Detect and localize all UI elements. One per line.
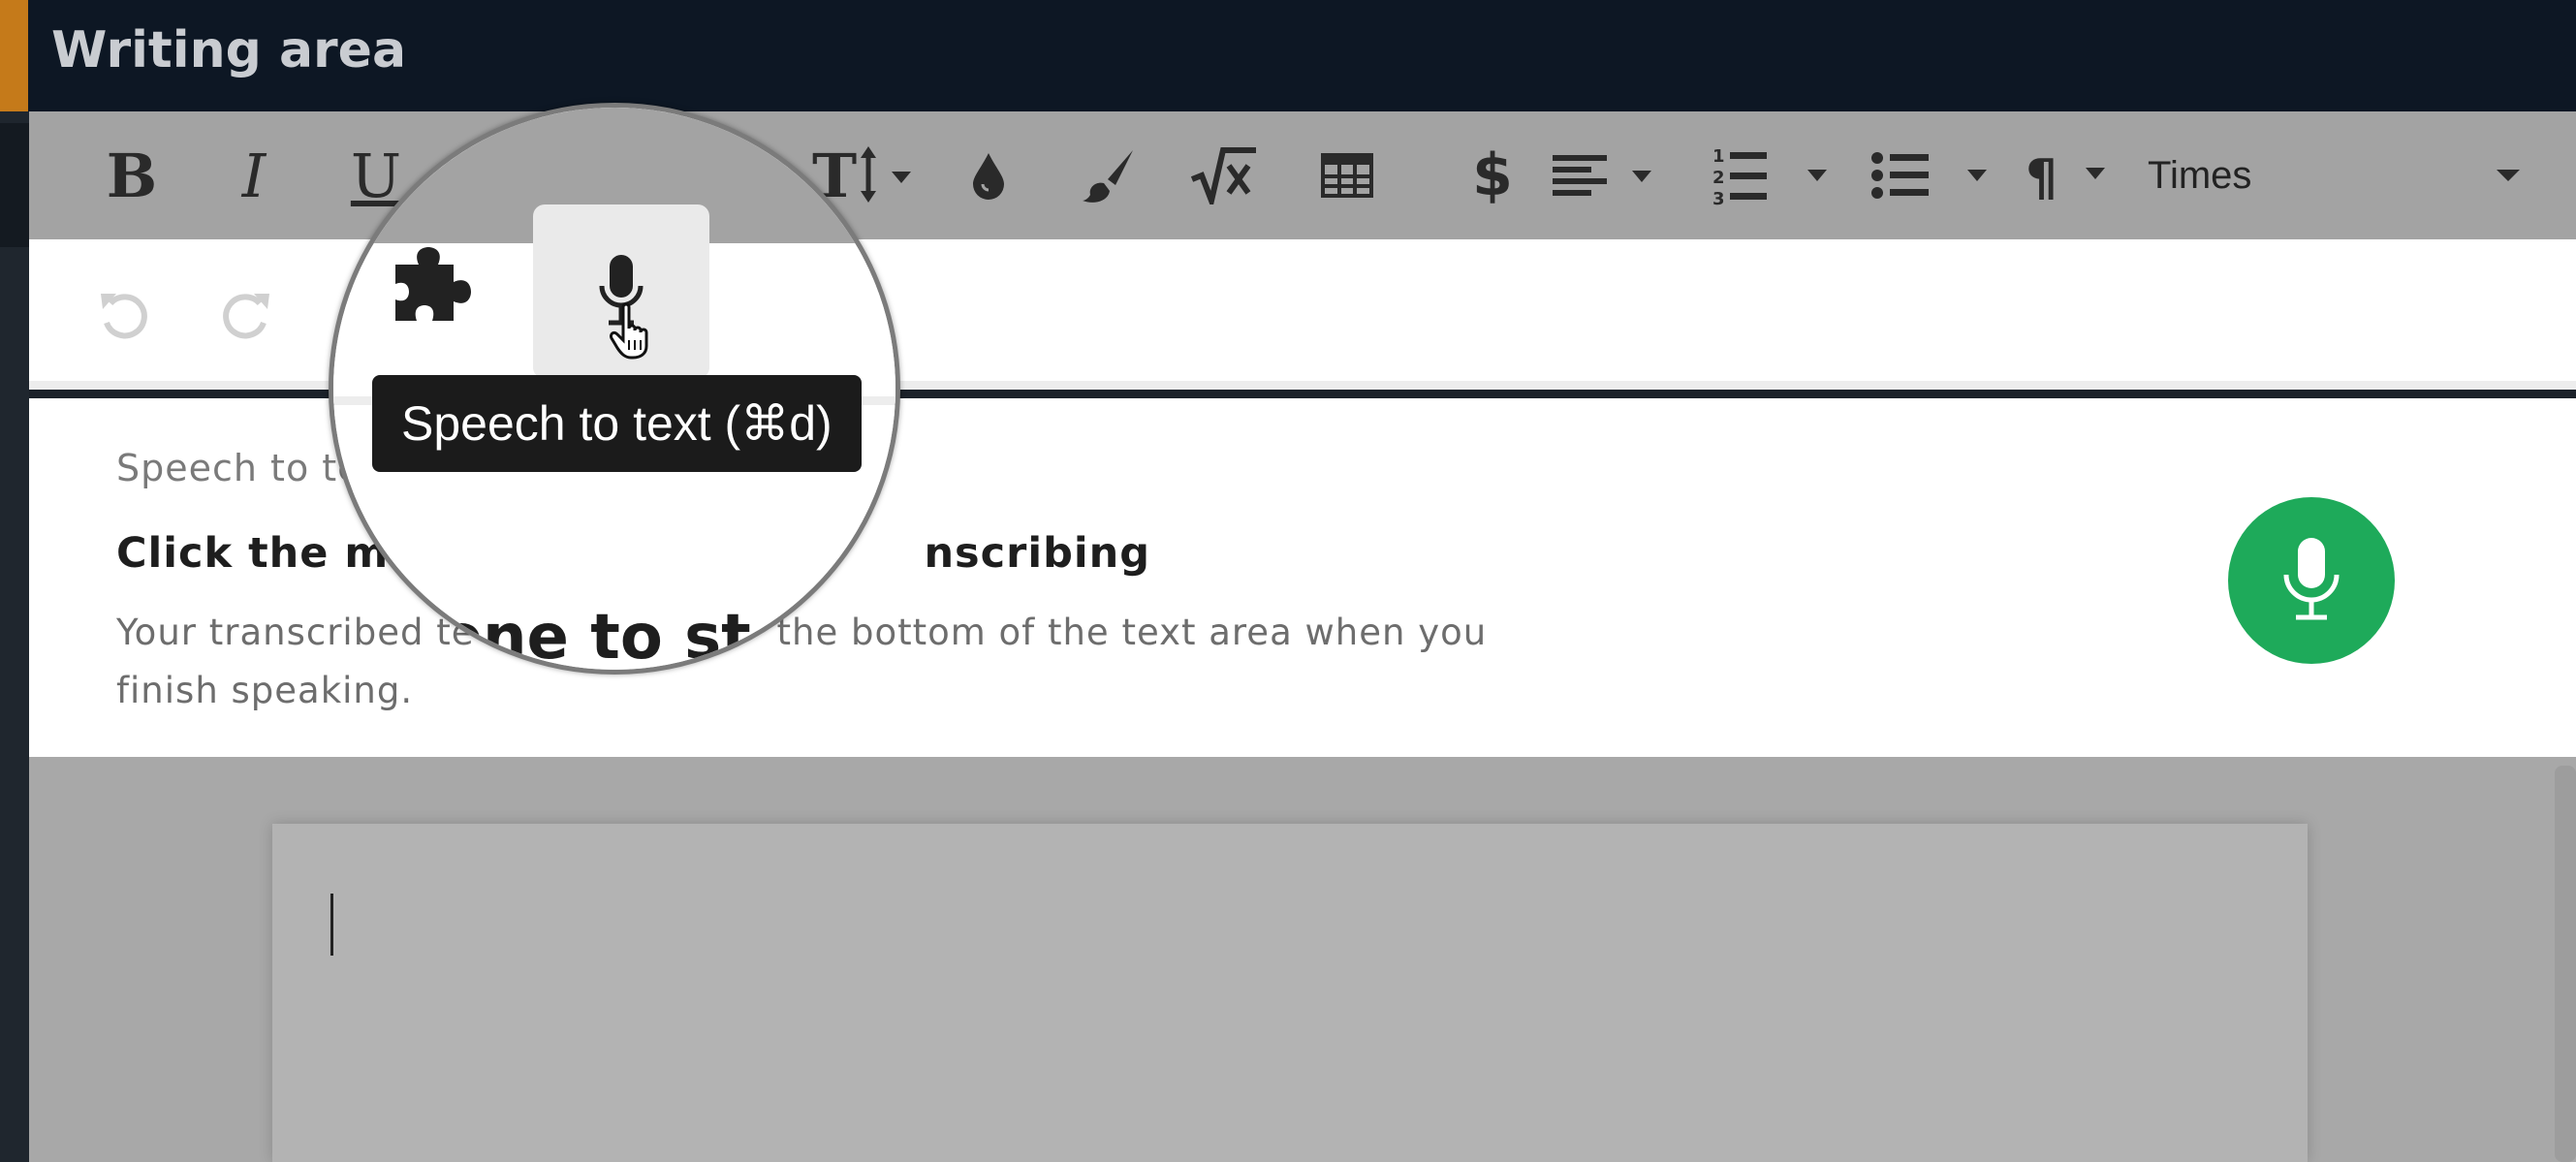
- numbered-list-icon: 1 2 3: [1712, 146, 1827, 206]
- align-left-icon: [1553, 155, 1651, 196]
- dollar-icon: $: [1472, 141, 1513, 209]
- paragraph-button[interactable]: ¶: [2026, 141, 2113, 210]
- vertical-scrollbar[interactable]: [2555, 766, 2576, 1162]
- svg-text:¶: ¶: [2026, 149, 2058, 203]
- alignment-button[interactable]: [1551, 141, 1665, 210]
- zoomed-heading-fragment: one to st: [440, 602, 751, 674]
- start-recording-button[interactable]: [2228, 497, 2395, 664]
- bold-icon: B: [106, 140, 158, 211]
- font-family-select[interactable]: Times: [2117, 141, 2524, 210]
- svg-text:3: 3: [1712, 189, 1725, 206]
- numbered-list-button[interactable]: 1 2 3: [1711, 141, 1833, 210]
- microphone-icon: [2283, 538, 2340, 620]
- chevron-down-icon: [2497, 170, 2520, 181]
- math-button[interactable]: [1187, 141, 1261, 210]
- paragraph-icon: ¶: [2026, 149, 2105, 203]
- title-bar: Writing area: [28, 0, 2576, 111]
- table-button[interactable]: [1313, 141, 1381, 210]
- currency-button[interactable]: $: [1463, 141, 1522, 210]
- document-page[interactable]: [272, 824, 2308, 1162]
- text-color-icon: [973, 153, 1004, 200]
- puzzle-icon: [395, 247, 471, 321]
- panel-label: Speech to te: [116, 447, 361, 489]
- italic-button[interactable]: I: [219, 140, 289, 211]
- speech-to-text-tooltip: Speech to text (⌘d): [372, 375, 862, 472]
- math-icon: [1190, 147, 1256, 204]
- bold-button[interactable]: B: [97, 140, 167, 211]
- zoom-magnifier: Speech to text (⌘d) one to st: [329, 103, 900, 675]
- pointer-hand-icon: [610, 301, 658, 363]
- page-title: Writing area: [51, 21, 407, 79]
- redo-icon: [223, 294, 269, 339]
- text-color-button[interactable]: [959, 141, 1018, 210]
- table-icon: [1321, 153, 1373, 198]
- window-accent-bar: [0, 0, 28, 111]
- redo-button[interactable]: [219, 288, 273, 346]
- highlight-brush-icon: [1083, 150, 1133, 203]
- bulleted-list-button[interactable]: [1870, 141, 1993, 210]
- text-cursor: [330, 894, 333, 956]
- undo-icon: [101, 294, 147, 339]
- plugins-button[interactable]: [390, 245, 473, 327]
- font-family-value: Times: [2148, 153, 2252, 197]
- left-gutter: [0, 111, 29, 1162]
- italic-icon: I: [241, 140, 267, 211]
- svg-text:2: 2: [1712, 168, 1725, 188]
- highlight-button[interactable]: [1071, 141, 1145, 210]
- svg-text:1: 1: [1712, 146, 1725, 167]
- bulleted-list-icon: [1871, 152, 1987, 199]
- undo-button[interactable]: [97, 288, 151, 346]
